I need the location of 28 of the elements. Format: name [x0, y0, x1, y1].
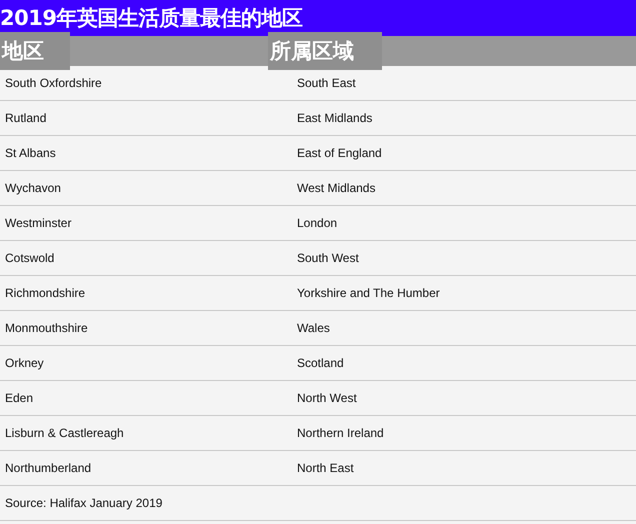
table-cell-text: Richmondshire [4, 286, 86, 300]
source-note: Source: Halifax January 2019 [4, 496, 164, 510]
table-cell-text: Westminster [4, 216, 72, 230]
table-cell-text: Orkney [4, 356, 45, 370]
table-cell-text: London [296, 216, 338, 230]
table-cell-text: South East [296, 76, 357, 90]
table-cell-text: Lisburn & Castlereagh [4, 426, 125, 440]
column-header: 所属区域 [268, 32, 382, 70]
table-cell-text: North West [296, 391, 358, 405]
table-cell-text: East of England [296, 146, 383, 160]
table-cell-text: South Oxfordshire [4, 76, 103, 90]
table-cell-text: South West [296, 251, 360, 265]
table-cell-text: East Midlands [296, 111, 374, 125]
table-cell-text: Scotland [296, 356, 345, 370]
table-title: 2019年英国生活质量最佳的地区 [0, 0, 636, 36]
table-cell-text: Eden [4, 391, 34, 405]
column-header: 地区 [0, 32, 70, 70]
table-cell-text: Northern Ireland [296, 426, 385, 440]
table-cell-text: Wychavon [4, 181, 62, 195]
table-cell-text: St Albans [4, 146, 57, 160]
table-cell-text: Northumberland [4, 461, 92, 475]
table-cell-text: North East [296, 461, 355, 475]
table-cell-text: Monmouthshire [4, 321, 89, 335]
table-cell-text: Rutland [4, 111, 48, 125]
table-cell-text: Cotswold [4, 251, 56, 265]
table-cell-text: Wales [296, 321, 331, 335]
table-cell-text: Yorkshire and The Humber [296, 286, 441, 300]
table-cell-text: West Midlands [296, 181, 376, 195]
